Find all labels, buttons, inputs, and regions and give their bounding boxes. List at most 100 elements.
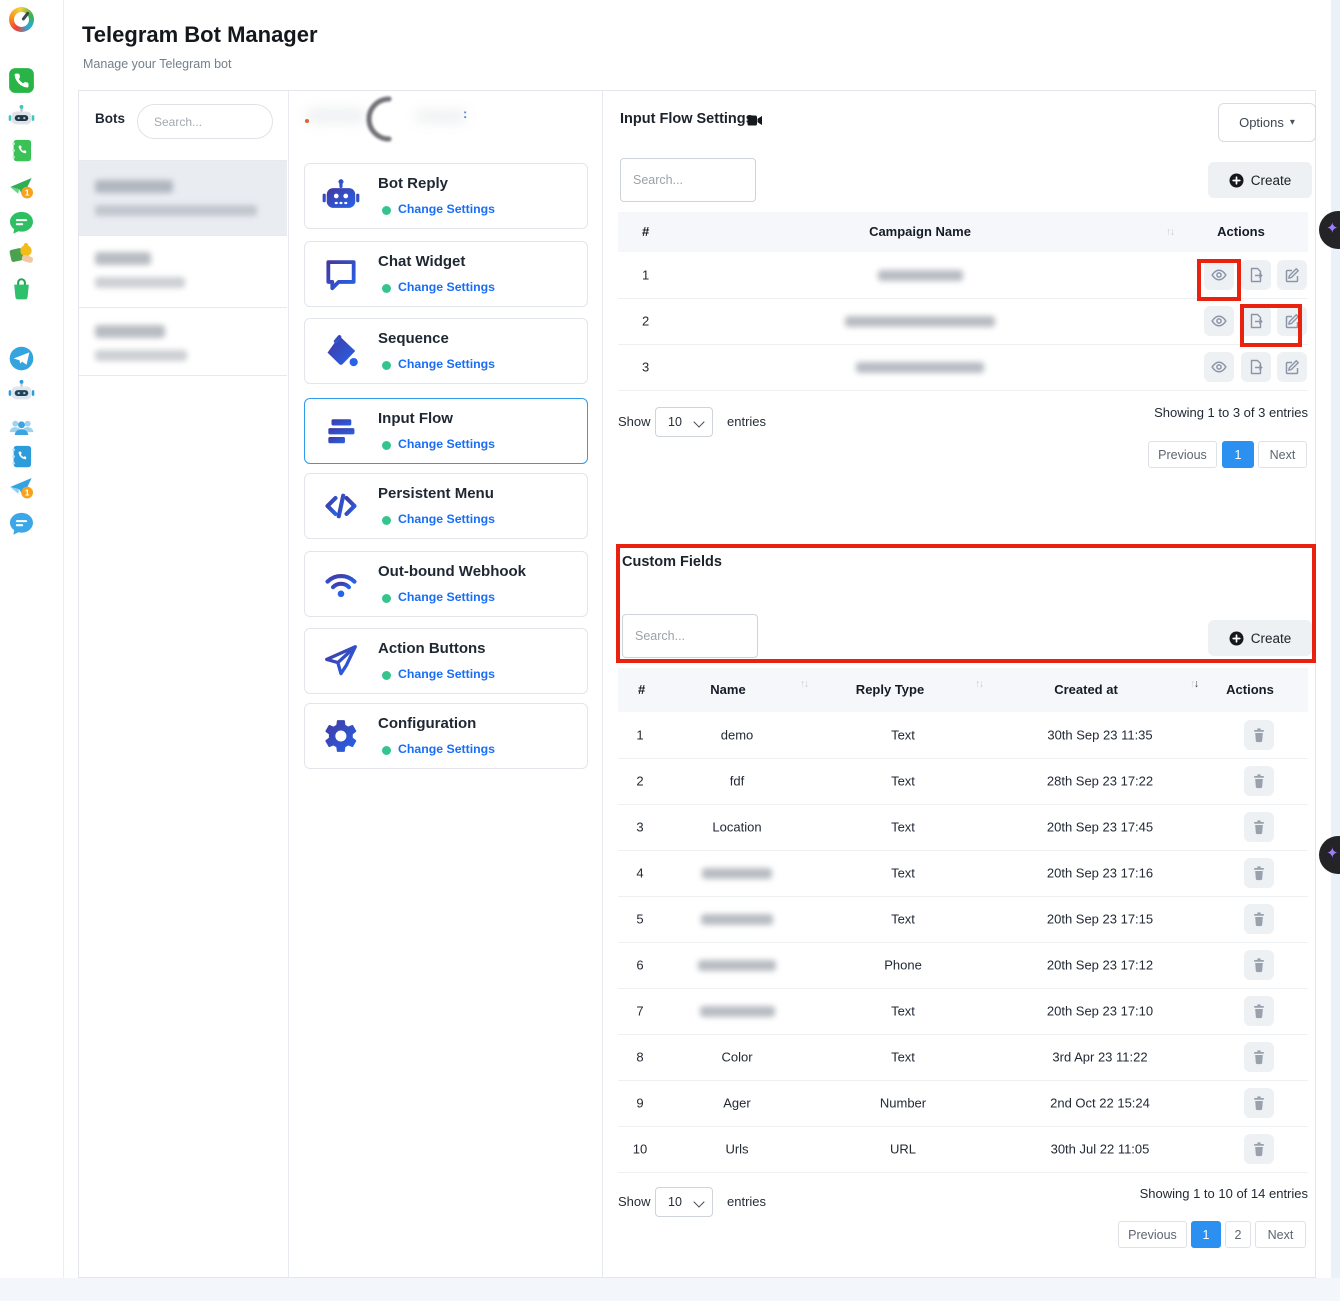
page-1-button[interactable]: 1: [1222, 441, 1254, 468]
bot-list-item[interactable]: [79, 307, 287, 376]
change-settings-link[interactable]: Change Settings: [398, 202, 495, 216]
trash-icon: [1251, 1141, 1267, 1157]
delete-button[interactable]: [1244, 950, 1274, 980]
change-settings-link[interactable]: Change Settings: [398, 590, 495, 604]
show-label: Show: [618, 1194, 651, 1209]
shop-bag-icon[interactable]: [8, 275, 35, 302]
page-2-button[interactable]: 2: [1225, 1221, 1251, 1248]
options-button[interactable]: Options ▾: [1218, 103, 1316, 142]
redacted-avatar-crescent: [366, 96, 412, 142]
status-dot: [382, 746, 391, 755]
export-button[interactable]: [1241, 260, 1271, 290]
card-label: Input Flow: [378, 410, 453, 427]
delete-button[interactable]: [1244, 766, 1274, 796]
change-settings-link[interactable]: Change Settings: [398, 512, 495, 526]
delete-button[interactable]: [1244, 1134, 1274, 1164]
blue-broadcast-icon[interactable]: 1: [8, 474, 35, 501]
change-settings-link[interactable]: Change Settings: [398, 280, 495, 294]
card-persistent-menu[interactable]: Persistent Menu Change Settings: [304, 473, 588, 539]
delete-button[interactable]: [1244, 904, 1274, 934]
card-chat-widget[interactable]: Chat Widget Change Settings: [304, 241, 588, 307]
delete-button[interactable]: [1244, 1042, 1274, 1072]
persistent-menu-icon: [322, 487, 360, 525]
whatsapp-icon[interactable]: [8, 67, 35, 94]
custom-fields-create-button[interactable]: Create: [1208, 620, 1312, 656]
bots-search-input[interactable]: [137, 104, 273, 139]
view-button[interactable]: [1204, 306, 1234, 336]
delete-button[interactable]: [1244, 858, 1274, 888]
bot-list-item-selected[interactable]: [79, 160, 287, 236]
blue-chat-icon[interactable]: [8, 510, 35, 537]
field-created: 28th Sep 23 17:22: [1047, 774, 1153, 789]
col-created-at: Created at: [1054, 682, 1118, 697]
sort-icon[interactable]: ↑↓: [1166, 226, 1174, 238]
campaign-table-header: # Campaign Name ↑↓ Actions: [618, 212, 1308, 252]
app-rail: 1: [0, 0, 64, 1301]
row-num: 4: [636, 866, 643, 881]
previous-page-button[interactable]: Previous: [1148, 441, 1217, 468]
green-broadcast-icon[interactable]: 1: [8, 174, 35, 201]
col-campaign-name: Campaign Name: [869, 224, 971, 239]
custom-field-row: 3 Location Text 20th Sep 23 17:45: [618, 804, 1308, 851]
change-settings-link[interactable]: Change Settings: [398, 667, 495, 681]
custom-fields-search-input[interactable]: [622, 614, 758, 658]
next-page-button[interactable]: Next: [1255, 1221, 1306, 1248]
delete-button[interactable]: [1244, 720, 1274, 750]
card-input-flow-selected[interactable]: Input Flow Change Settings: [304, 398, 588, 464]
blue-bot-icon[interactable]: [8, 378, 35, 405]
edit-button[interactable]: [1277, 352, 1307, 382]
custom-field-row: 10 Urls URL 30th Jul 22 11:05: [618, 1126, 1308, 1173]
col-actions: Actions: [1226, 682, 1274, 697]
field-created: 20th Sep 23 17:15: [1047, 912, 1153, 927]
integration-puzzle-icon[interactable]: [8, 240, 35, 267]
blue-contacts-icon[interactable]: [8, 443, 35, 470]
card-label: Persistent Menu: [378, 485, 494, 502]
dashboard-speedometer-icon[interactable]: [9, 7, 34, 32]
page-size-select[interactable]: 10: [655, 407, 713, 437]
export-button[interactable]: [1241, 352, 1271, 382]
export-button[interactable]: [1241, 306, 1271, 336]
previous-page-button[interactable]: Previous: [1118, 1221, 1187, 1248]
field-name: Urls: [725, 1142, 748, 1157]
team-members-icon[interactable]: [8, 413, 35, 440]
field-created: 2nd Oct 22 15:24: [1050, 1096, 1150, 1111]
page-size-select[interactable]: 10: [655, 1187, 713, 1217]
edit-button[interactable]: [1277, 306, 1307, 336]
card-bot-reply[interactable]: Bot Reply Change Settings: [304, 163, 588, 229]
eye-icon: [1211, 267, 1227, 283]
page-1-button[interactable]: 1: [1191, 1221, 1221, 1248]
view-button[interactable]: [1204, 260, 1234, 290]
card-action-buttons[interactable]: Action Buttons Change Settings: [304, 628, 588, 694]
telegram-icon[interactable]: [8, 345, 35, 372]
status-dot: [382, 671, 391, 680]
green-chat-icon[interactable]: [8, 209, 35, 236]
sort-icon[interactable]: ↑↓: [800, 678, 808, 690]
green-bot-icon[interactable]: [8, 103, 35, 130]
delete-button[interactable]: [1244, 1088, 1274, 1118]
delete-button[interactable]: [1244, 812, 1274, 842]
ai-assistant-fab[interactable]: ✦ ✦: [1319, 211, 1340, 249]
ai-assistant-fab[interactable]: ✦ ✦: [1319, 836, 1340, 874]
edit-button[interactable]: [1277, 260, 1307, 290]
next-page-button[interactable]: Next: [1258, 441, 1307, 468]
sort-icon[interactable]: ↑↓: [975, 678, 983, 690]
green-contacts-icon[interactable]: [8, 137, 35, 164]
page-scrollbar[interactable]: [1331, 0, 1340, 1301]
entries-label: entries: [727, 414, 766, 429]
change-settings-link[interactable]: Change Settings: [398, 742, 495, 756]
sort-icon-active[interactable]: ↑↓: [1190, 678, 1198, 690]
change-settings-link[interactable]: Change Settings: [398, 437, 495, 451]
card-outbound-webhook[interactable]: Out-bound Webhook Change Settings: [304, 551, 588, 617]
input-flow-search-input[interactable]: [620, 158, 756, 202]
view-button[interactable]: [1204, 352, 1234, 382]
change-settings-link[interactable]: Change Settings: [398, 357, 495, 371]
card-configuration[interactable]: Configuration Change Settings: [304, 703, 588, 769]
field-name: demo: [721, 728, 754, 743]
card-sequence[interactable]: Sequence Change Settings: [304, 318, 588, 384]
bot-list-item[interactable]: [79, 234, 287, 308]
col-actions: Actions: [1217, 224, 1265, 239]
input-flow-create-button[interactable]: Create: [1208, 162, 1312, 198]
bots-panel-label: Bots: [95, 111, 125, 126]
row-num: 8: [636, 1050, 643, 1065]
delete-button[interactable]: [1244, 996, 1274, 1026]
